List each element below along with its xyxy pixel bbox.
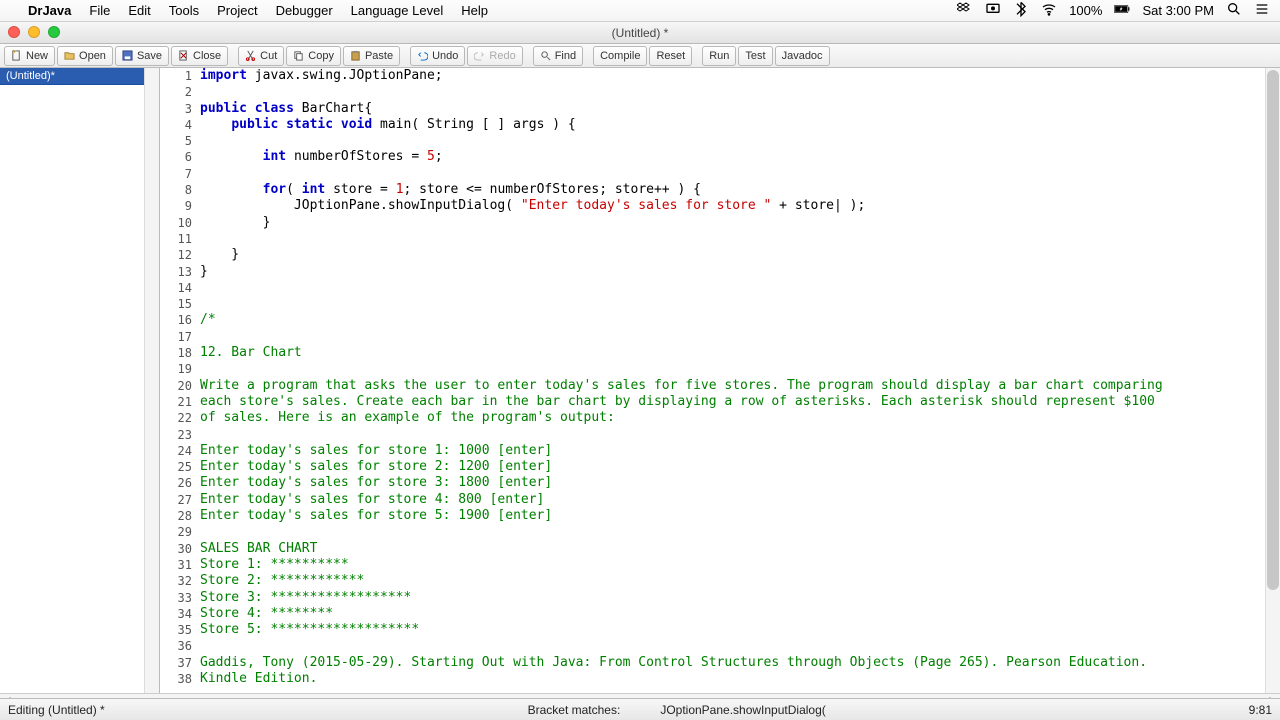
compile-button[interactable]: Compile xyxy=(593,46,647,66)
traffic-lights xyxy=(8,26,60,38)
open-button[interactable]: Open xyxy=(57,46,113,66)
menu-help[interactable]: Help xyxy=(461,3,488,18)
line-number-gutter: 1234567891011121314151617181920212223242… xyxy=(160,68,198,687)
close-window-button[interactable] xyxy=(8,26,20,38)
new-button[interactable]: New xyxy=(4,46,55,66)
menu-tools[interactable]: Tools xyxy=(169,3,199,18)
save-button[interactable]: Save xyxy=(115,46,169,66)
find-button[interactable]: Find xyxy=(533,46,583,66)
minimize-window-button[interactable] xyxy=(28,26,40,38)
close-button[interactable]: Close xyxy=(171,46,228,66)
work-area: (Untitled)* 1234567891011121314151617181… xyxy=(0,68,1280,715)
dropbox-icon[interactable] xyxy=(957,1,973,20)
menu-file[interactable]: File xyxy=(89,3,110,18)
screen-icon[interactable] xyxy=(985,1,1001,20)
scrollbar-thumb[interactable] xyxy=(1267,70,1279,590)
window-title: (Untitled) * xyxy=(612,26,669,40)
code-area[interactable]: import javax.swing.JOptionPane; public c… xyxy=(198,68,1280,687)
redo-button[interactable]: Redo xyxy=(467,46,522,66)
menu-edit[interactable]: Edit xyxy=(128,3,150,18)
battery-icon[interactable] xyxy=(1114,1,1130,20)
test-button[interactable]: Test xyxy=(738,46,772,66)
mac-menubar: DrJava File Edit Tools Project Debugger … xyxy=(0,0,1280,22)
bluetooth-icon[interactable] xyxy=(1013,1,1029,20)
sidebar-scrollbar[interactable] xyxy=(144,68,159,715)
copy-button[interactable]: Copy xyxy=(286,46,341,66)
code-editor[interactable]: 1234567891011121314151617181920212223242… xyxy=(160,68,1280,715)
reset-button[interactable]: Reset xyxy=(649,46,692,66)
run-button[interactable]: Run xyxy=(702,46,736,66)
menu-language-level[interactable]: Language Level xyxy=(351,3,444,18)
clock[interactable]: Sat 3:00 PM xyxy=(1142,3,1214,18)
status-bracket-label: Bracket matches: xyxy=(528,703,621,717)
javadoc-button[interactable]: Javadoc xyxy=(775,46,830,66)
status-left: Editing (Untitled) * xyxy=(8,703,105,717)
spotlight-icon[interactable] xyxy=(1226,1,1242,20)
toolbar: New Open Save Close Cut Copy Paste Undo … xyxy=(0,44,1280,68)
status-cursor-position: 9:81 xyxy=(1249,703,1272,717)
status-bracket-value: JOptionPane.showInputDialog( xyxy=(660,703,825,717)
paste-button[interactable]: Paste xyxy=(343,46,400,66)
window-titlebar: (Untitled) * xyxy=(0,22,1280,44)
menu-debugger[interactable]: Debugger xyxy=(276,3,333,18)
status-bar: Editing (Untitled) * Bracket matches: JO… xyxy=(0,698,1280,720)
app-name[interactable]: DrJava xyxy=(28,3,71,18)
sidebar-file-item[interactable]: (Untitled)* xyxy=(0,68,159,85)
undo-button[interactable]: Undo xyxy=(410,46,465,66)
zoom-window-button[interactable] xyxy=(48,26,60,38)
cut-button[interactable]: Cut xyxy=(238,46,284,66)
editor-vertical-scrollbar[interactable] xyxy=(1265,68,1280,715)
menu-project[interactable]: Project xyxy=(217,3,257,18)
wifi-icon[interactable] xyxy=(1041,1,1057,20)
menu-icon[interactable] xyxy=(1254,1,1270,20)
battery-percent: 100% xyxy=(1069,3,1102,18)
file-sidebar: (Untitled)* xyxy=(0,68,160,715)
